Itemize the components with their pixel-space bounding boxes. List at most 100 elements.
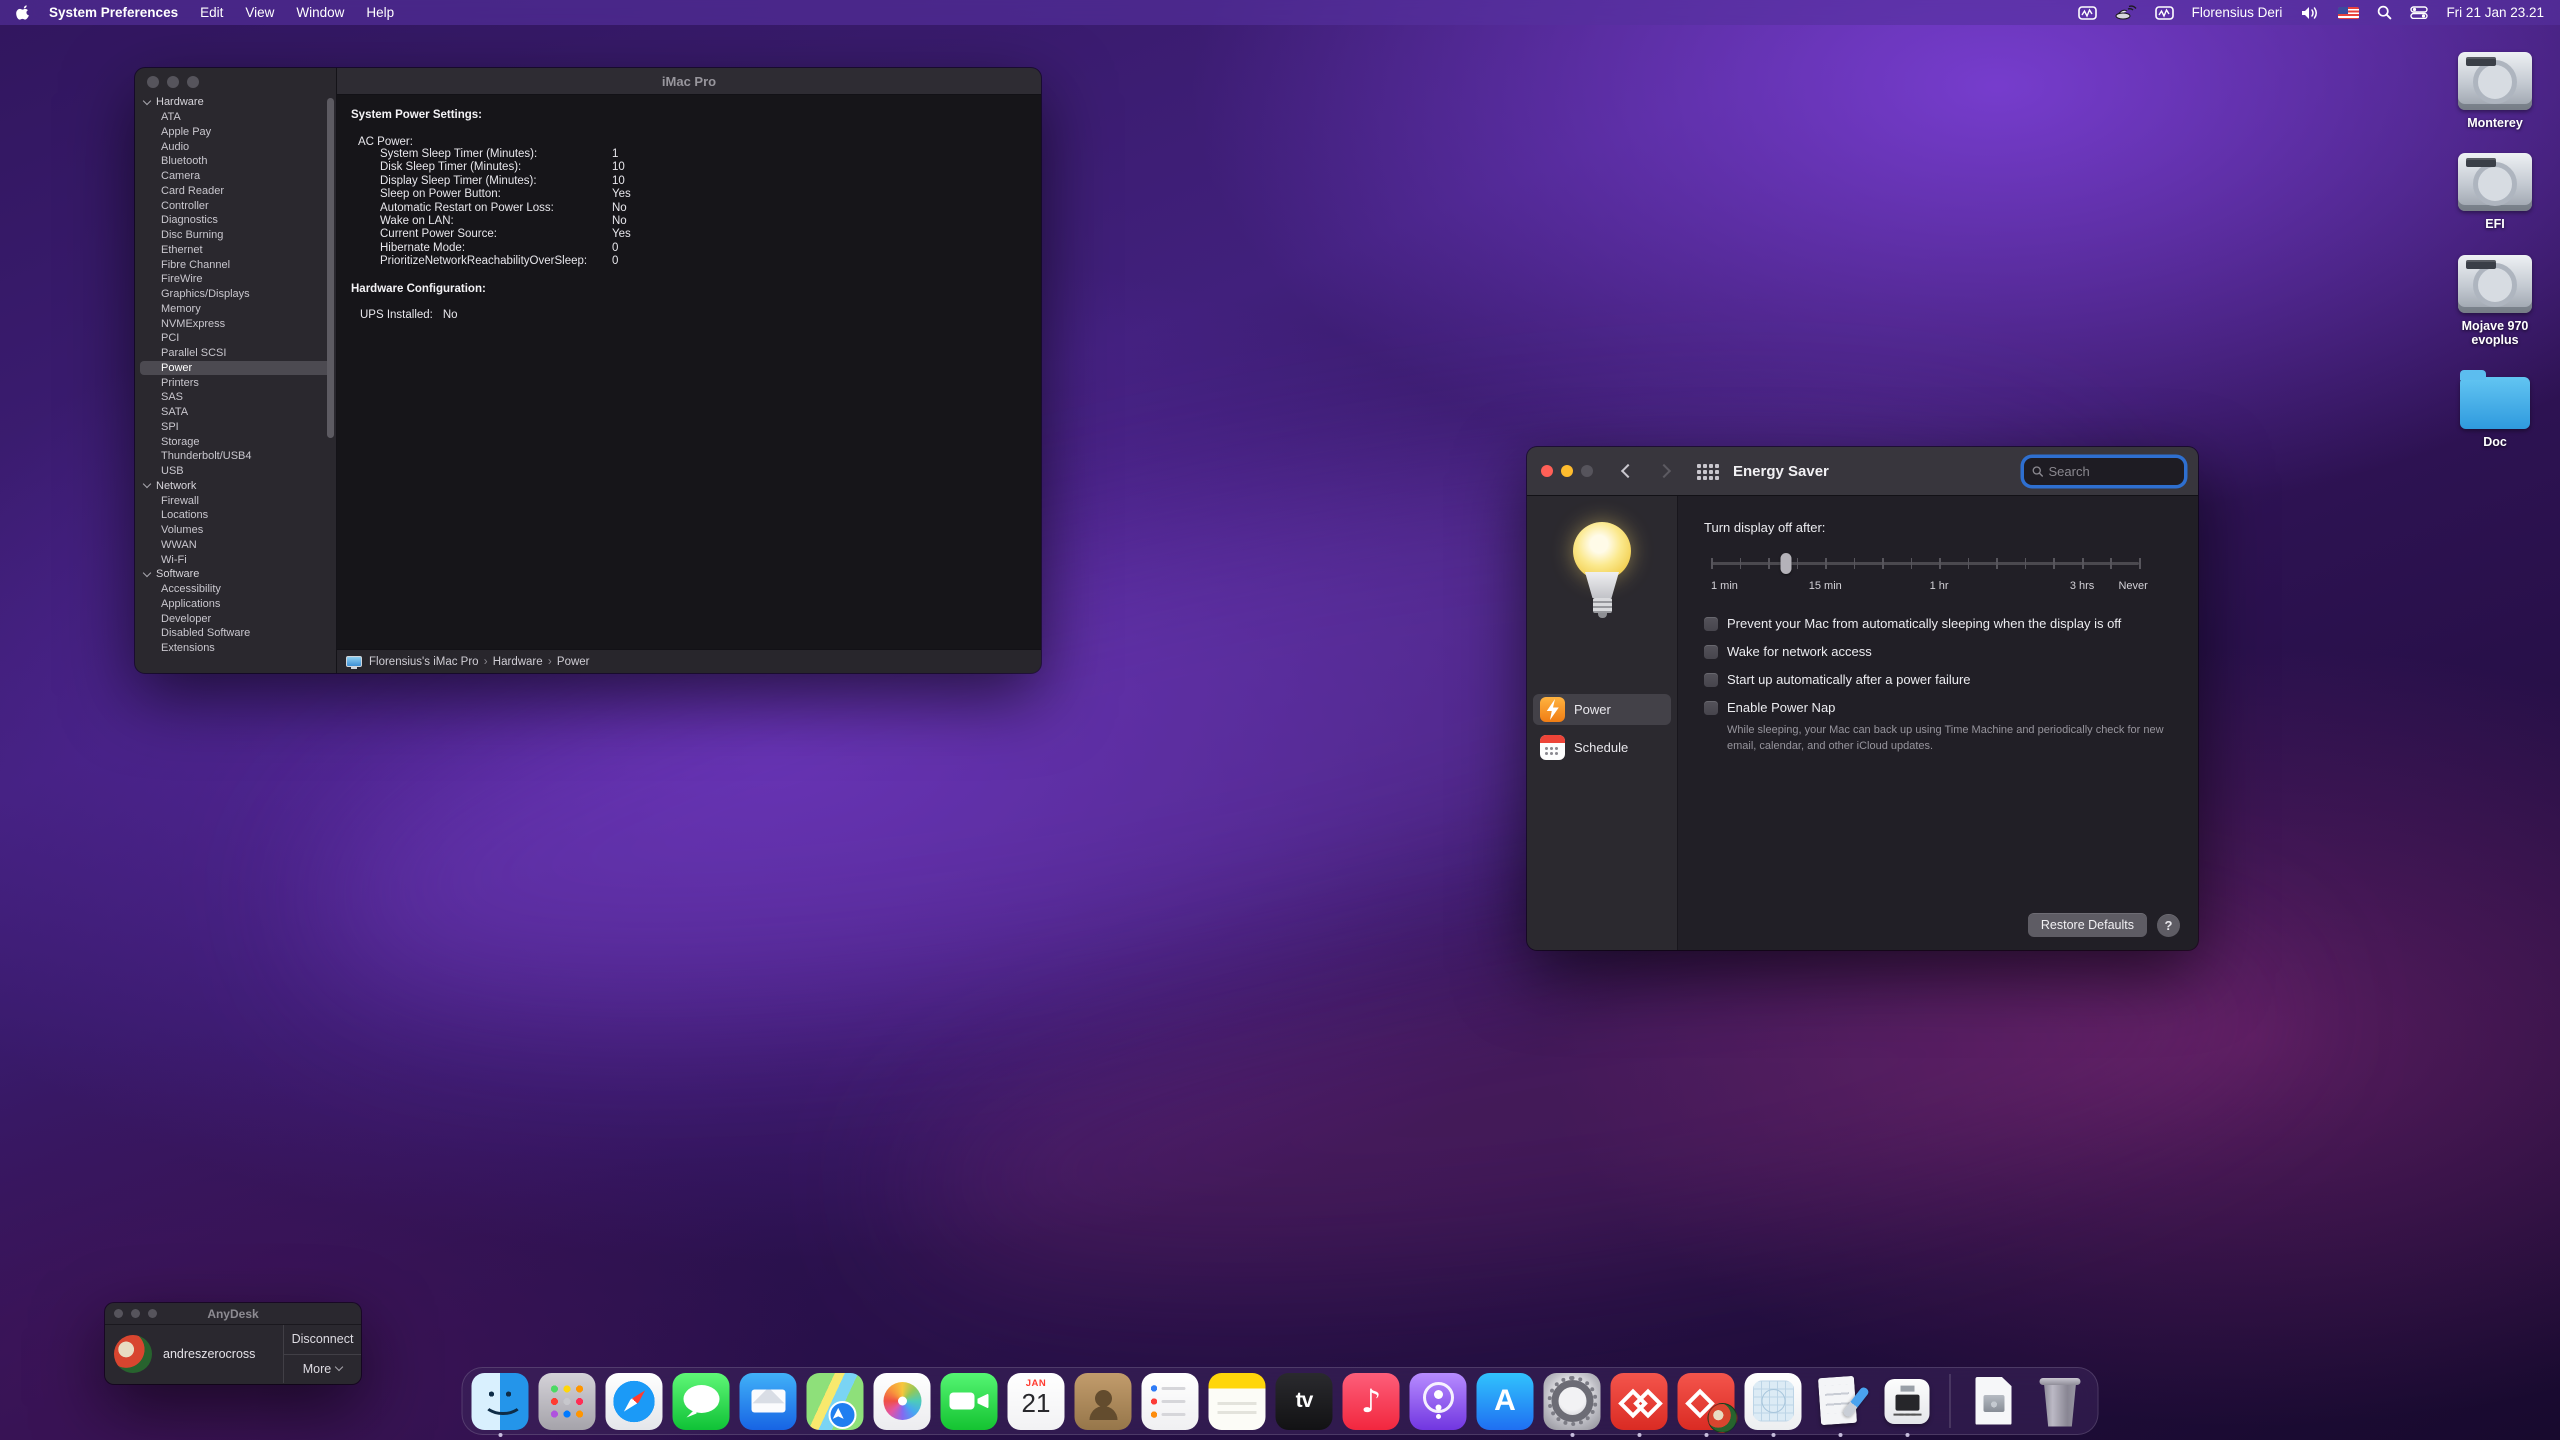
forward-button[interactable] — [1657, 464, 1671, 478]
dock-hackintool[interactable] — [1812, 1373, 1869, 1430]
slider-thumb[interactable] — [1780, 553, 1791, 574]
tree-item-ethernet[interactable]: Ethernet — [135, 243, 336, 258]
breadcrumb-item[interactable]: Hardware — [490, 656, 546, 668]
checkbox[interactable] — [1704, 701, 1718, 715]
dock-trash[interactable] — [2032, 1373, 2089, 1430]
more-button[interactable]: More — [284, 1354, 361, 1384]
tree-item-diagnostics[interactable]: Diagnostics — [135, 213, 336, 228]
menu-edit[interactable]: Edit — [200, 5, 223, 20]
tree-item-firewall[interactable]: Firewall — [135, 493, 336, 508]
active-app-name[interactable]: System Preferences — [49, 5, 178, 20]
menu-window[interactable]: Window — [296, 5, 344, 20]
dock-chiptool[interactable] — [1879, 1373, 1936, 1430]
search-input[interactable] — [2049, 464, 2176, 479]
desktop-icon-mojave-970-evoplus[interactable]: Mojave 970 evoplus — [2445, 255, 2545, 348]
close-button[interactable] — [147, 76, 159, 88]
volume-icon[interactable] — [2300, 6, 2320, 20]
dock-mail[interactable] — [740, 1373, 797, 1430]
checkbox[interactable] — [1704, 617, 1718, 631]
desktop-icon-doc[interactable]: Doc — [2460, 371, 2530, 449]
tree-item-memory[interactable]: Memory — [135, 302, 336, 317]
tree-item-spi[interactable]: SPI — [135, 420, 336, 435]
checkbox[interactable] — [1704, 645, 1718, 659]
dock-launchpad[interactable] — [539, 1373, 596, 1430]
tree-item-audio[interactable]: Audio — [135, 139, 336, 154]
dock-finder[interactable] — [472, 1373, 529, 1430]
tree-item-thunderbolt-usb4[interactable]: Thunderbolt/USB4 — [135, 449, 336, 464]
minimize-button[interactable] — [167, 76, 179, 88]
apple-menu-icon[interactable] — [16, 4, 31, 21]
activity-monitor-icon-2[interactable] — [2155, 6, 2174, 20]
dock-facetime[interactable] — [941, 1373, 998, 1430]
tree-section-network[interactable]: Network — [135, 479, 336, 494]
dock-anydesk[interactable] — [1611, 1373, 1668, 1430]
dock-reminders[interactable] — [1142, 1373, 1199, 1430]
menu-bar-username[interactable]: Florensius Deri — [2192, 5, 2283, 20]
breadcrumb-item[interactable]: Florensius's iMac Pro — [369, 656, 482, 668]
zoom-button[interactable] — [187, 76, 199, 88]
close-button[interactable] — [1541, 465, 1553, 477]
breadcrumb-item[interactable]: Power — [554, 656, 590, 668]
tree-item-storage[interactable]: Storage — [135, 434, 336, 449]
tree-item-wwan[interactable]: WWAN — [135, 538, 336, 553]
energy-tab-power[interactable]: Power — [1533, 694, 1671, 725]
dock-docfile[interactable] — [1965, 1373, 2022, 1430]
help-button[interactable]: ? — [2157, 914, 2180, 937]
checkbox[interactable] — [1704, 673, 1718, 687]
tree-item-apple-pay[interactable]: Apple Pay — [135, 125, 336, 140]
tree-item-extensions[interactable]: Extensions — [135, 641, 336, 656]
dock-tv[interactable]: tv — [1276, 1373, 1333, 1430]
dock-maps[interactable] — [807, 1373, 864, 1430]
dock-music[interactable]: ♪ — [1343, 1373, 1400, 1430]
anydesk-menu-icon[interactable] — [2115, 5, 2137, 20]
dock-blueprint[interactable] — [1745, 1373, 1802, 1430]
tree-item-card-reader[interactable]: Card Reader — [135, 184, 336, 199]
dock-notes[interactable] — [1209, 1373, 1266, 1430]
back-button[interactable] — [1621, 464, 1635, 478]
zoom-button[interactable] — [1581, 465, 1593, 477]
dock-photos[interactable] — [874, 1373, 931, 1430]
menu-help[interactable]: Help — [366, 5, 394, 20]
minimize-button[interactable] — [1561, 465, 1573, 477]
restore-defaults-button[interactable]: Restore Defaults — [2028, 913, 2147, 937]
tree-item-nvmexpress[interactable]: NVMExpress — [135, 316, 336, 331]
tree-item-applications[interactable]: Applications — [135, 597, 336, 612]
show-all-preferences-icon[interactable] — [1697, 464, 1701, 468]
display-off-slider[interactable] — [1711, 552, 2139, 574]
spotlight-icon[interactable] — [2377, 5, 2392, 20]
tree-item-locations[interactable]: Locations — [135, 508, 336, 523]
tree-item-sata[interactable]: SATA — [135, 405, 336, 420]
tree-item-printers[interactable]: Printers — [135, 375, 336, 390]
tree-item-ata[interactable]: ATA — [135, 110, 336, 125]
search-field[interactable] — [2024, 458, 2184, 485]
tree-item-disc-burning[interactable]: Disc Burning — [135, 228, 336, 243]
sidebar-scrollbar[interactable] — [327, 98, 334, 438]
tree-item-bluetooth[interactable]: Bluetooth — [135, 154, 336, 169]
dock-appstore[interactable]: A — [1477, 1373, 1534, 1430]
disconnect-button[interactable]: Disconnect — [284, 1325, 361, 1354]
control-center-icon[interactable] — [2410, 6, 2428, 19]
desktop-icon-efi[interactable]: EFI — [2458, 153, 2532, 231]
tree-item-graphics-displays[interactable]: Graphics/Displays — [135, 287, 336, 302]
tree-section-hardware[interactable]: Hardware — [135, 95, 336, 110]
dock-calendar[interactable]: JAN21 — [1008, 1373, 1065, 1430]
dock-contacts[interactable] — [1075, 1373, 1132, 1430]
tree-item-firewire[interactable]: FireWire — [135, 272, 336, 287]
dock-podcasts[interactable] — [1410, 1373, 1467, 1430]
tree-item-parallel-scsi[interactable]: Parallel SCSI — [135, 346, 336, 361]
tree-item-sas[interactable]: SAS — [135, 390, 336, 405]
menu-view[interactable]: View — [245, 5, 274, 20]
energy-tab-schedule[interactable]: Schedule — [1533, 732, 1671, 763]
dock-anydesk-session[interactable] — [1678, 1373, 1735, 1430]
tree-item-volumes[interactable]: Volumes — [135, 523, 336, 538]
menu-bar-clock[interactable]: Fri 21 Jan 23.21 — [2446, 5, 2544, 20]
tree-item-developer[interactable]: Developer — [135, 611, 336, 626]
tree-item-usb[interactable]: USB — [135, 464, 336, 479]
dock-messages[interactable] — [673, 1373, 730, 1430]
tree-section-software[interactable]: Software — [135, 567, 336, 582]
tree-item-controller[interactable]: Controller — [135, 198, 336, 213]
tree-item-pci[interactable]: PCI — [135, 331, 336, 346]
tree-item-camera[interactable]: Camera — [135, 169, 336, 184]
tree-item-disabled-software[interactable]: Disabled Software — [135, 626, 336, 641]
tree-item-wi-fi[interactable]: Wi-Fi — [135, 552, 336, 567]
